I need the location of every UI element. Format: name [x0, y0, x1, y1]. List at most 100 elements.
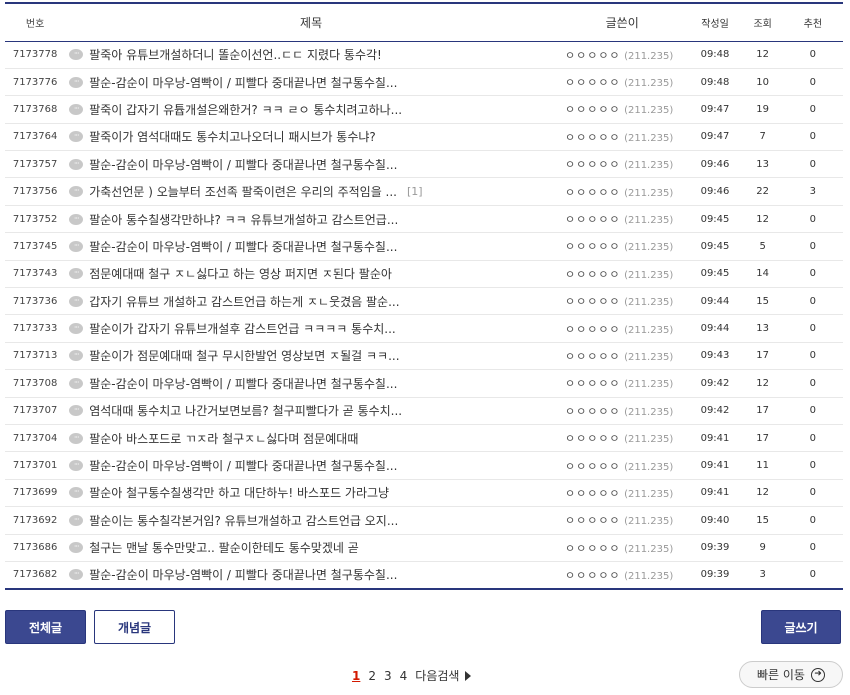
post-title-link[interactable]: 팔순-감순이 마우낭-염빡이 / 피빨다 중대끝나면 철구통수칠... — [89, 158, 397, 172]
post-date: 09:46 — [700, 158, 730, 170]
post-title-cell[interactable]: ··· 팔순아 통수칠생각만하냐? ㅋㅋ 유튜브개설하고 감스트언급... — [65, 205, 557, 232]
post-writer[interactable]: ㅇㅇㅇㅇㅇ (211.235) — [557, 315, 687, 342]
page-link[interactable]: 2 — [368, 669, 376, 683]
writer-nickname[interactable]: ㅇㅇㅇㅇㅇ — [565, 514, 621, 527]
post-title-link[interactable]: 팔순-감순이 마우낭-염빡이 / 피빨다 중대끝나면 철구통수칠... — [89, 568, 397, 582]
next-search-link[interactable]: 다음검색 — [415, 667, 459, 684]
writer-nickname[interactable]: ㅇㅇㅇㅇㅇ — [565, 131, 621, 144]
post-title-cell[interactable]: ··· 팔순-감순이 마우낭-염빡이 / 피빨다 중대끝나면 철구통수칠... — [65, 233, 557, 260]
post-title-cell[interactable]: ··· 팔죽이가 염석대때도 통수치고나오더니 패시브가 통수냐? — [65, 123, 557, 150]
post-writer[interactable]: ㅇㅇㅇㅇㅇ (211.235) — [557, 479, 687, 506]
post-writer[interactable]: ㅇㅇㅇㅇㅇ (211.235) — [557, 68, 687, 95]
post-title-link[interactable]: 갑자기 유튜브 개설하고 감스트언급 하는게 ㅈㄴ웃겼음 팔순... — [89, 295, 399, 309]
post-writer[interactable]: ㅇㅇㅇㅇㅇ (211.235) — [557, 123, 687, 150]
post-writer[interactable]: ㅇㅇㅇㅇㅇ (211.235) — [557, 96, 687, 123]
post-writer[interactable]: ㅇㅇㅇㅇㅇ (211.235) — [557, 452, 687, 479]
writer-nickname[interactable]: ㅇㅇㅇㅇㅇ — [565, 487, 621, 500]
writer-nickname[interactable]: ㅇㅇㅇㅇㅇ — [565, 158, 621, 171]
comment-bubble-icon: ··· — [69, 186, 84, 198]
post-title-cell[interactable]: ··· 가축선언문 ) 오늘부터 조선족 팔죽이련은 우리의 주적임을 ... [1… — [65, 178, 557, 205]
page-link[interactable]: 3 — [384, 669, 392, 683]
post-title-cell[interactable]: ··· 염석대때 통수치고 나간거보면보름? 철구피빨다가 곧 통수치... — [65, 397, 557, 424]
writer-nickname[interactable]: ㅇㅇㅇㅇㅇ — [565, 213, 621, 226]
writer-nickname[interactable]: ㅇㅇㅇㅇㅇ — [565, 268, 621, 281]
post-title-link[interactable]: 철구는 맨날 통수만맞고.. 팔순이한테도 통수맞겠네 곧 — [89, 541, 359, 555]
post-title-cell[interactable]: ··· 팔죽아 유튜브개설하더니 똘순이선언..ㄷㄷ 지렸다 통수각! — [65, 41, 557, 68]
writer-nickname[interactable]: ㅇㅇㅇㅇㅇ — [565, 460, 621, 473]
post-writer[interactable]: ㅇㅇㅇㅇㅇ (211.235) — [557, 41, 687, 68]
post-title-cell[interactable]: ··· 팔순아 바스포드로 ㄲㅈ라 철구ㅈㄴ싫다며 점문예대때 — [65, 424, 557, 451]
writer-nickname[interactable]: ㅇㅇㅇㅇㅇ — [565, 103, 621, 116]
post-writer[interactable]: ㅇㅇㅇㅇㅇ (211.235) — [557, 205, 687, 232]
post-title-link[interactable]: 팔죽이가 염석대때도 통수치고나오더니 패시브가 통수냐? — [89, 130, 376, 144]
writer-nickname[interactable]: ㅇㅇㅇㅇㅇ — [565, 186, 621, 199]
post-writer[interactable]: ㅇㅇㅇㅇㅇ (211.235) — [557, 151, 687, 178]
post-title-link[interactable]: 팔순아 철구통수칠생각만 하고 대단하누! 바스포드 가라그냥 — [89, 486, 389, 500]
post-title-cell[interactable]: ··· 팔순-감순이 마우낭-염빡이 / 피빨다 중대끝나면 철구통수칠... — [65, 151, 557, 178]
writer-nickname[interactable]: ㅇㅇㅇㅇㅇ — [565, 323, 621, 336]
write-button[interactable]: 글쓰기 — [761, 610, 841, 644]
writer-nickname[interactable]: ㅇㅇㅇㅇㅇ — [565, 569, 621, 582]
post-writer[interactable]: ㅇㅇㅇㅇㅇ (211.235) — [557, 288, 687, 315]
post-writer[interactable]: ㅇㅇㅇㅇㅇ (211.235) — [557, 507, 687, 534]
post-writer[interactable]: ㅇㅇㅇㅇㅇ (211.235) — [557, 397, 687, 424]
post-title-cell[interactable]: ··· 팔순-감순이 마우낭-염빡이 / 피빨다 중대끝나면 철구통수칠... — [65, 370, 557, 397]
post-title-cell[interactable]: ··· 팔순-감순이 마우낭-염빡이 / 피빨다 중대끝나면 철구통수칠... — [65, 561, 557, 588]
post-title-cell[interactable]: ··· 팔순-감순이 마우낭-염빡이 / 피빨다 중대끝나면 철구통수칠... — [65, 452, 557, 479]
post-title-link[interactable]: 팔순-감순이 마우낭-염빡이 / 피빨다 중대끝나면 철구통수칠... — [89, 377, 397, 391]
post-num: 7173764 — [12, 131, 58, 143]
post-recommend: 0 — [809, 131, 817, 143]
writer-nickname[interactable]: ㅇㅇㅇㅇㅇ — [565, 350, 621, 363]
post-writer[interactable]: ㅇㅇㅇㅇㅇ (211.235) — [557, 178, 687, 205]
post-title-link[interactable]: 팔죽이 갑자기 유튭개설은왜한거? ㅋㅋ ㄹㅇ 통수치려고하나... — [89, 103, 402, 117]
post-title-link[interactable]: 팔순아 통수칠생각만하냐? ㅋㅋ 유튜브개설하고 감스트언급... — [89, 213, 398, 227]
post-title-link[interactable]: 염석대때 통수치고 나간거보면보름? 철구피빨다가 곧 통수치... — [89, 404, 402, 418]
concept-posts-button[interactable]: 개념글 — [94, 610, 175, 644]
page-link[interactable]: 4 — [400, 669, 408, 683]
post-title-link[interactable]: 팔순-감순이 마우낭-염빡이 / 피빨다 중대끝나면 철구통수칠... — [89, 459, 397, 473]
post-writer[interactable]: ㅇㅇㅇㅇㅇ (211.235) — [557, 424, 687, 451]
post-writer[interactable]: ㅇㅇㅇㅇㅇ (211.235) — [557, 561, 687, 588]
post-writer[interactable]: ㅇㅇㅇㅇㅇ (211.235) — [557, 534, 687, 561]
writer-nickname[interactable]: ㅇㅇㅇㅇㅇ — [565, 49, 621, 62]
post-num: 7173736 — [12, 295, 58, 307]
post-title-cell[interactable]: ··· 점문예대때 철구 ㅈㄴ싫다고 하는 영상 퍼지면 ㅈ된다 팔순아 — [65, 260, 557, 287]
triangle-right-icon[interactable] — [465, 670, 472, 681]
post-writer[interactable]: ㅇㅇㅇㅇㅇ (211.235) — [557, 260, 687, 287]
page-link-current[interactable]: 1 — [352, 669, 360, 683]
writer-nickname[interactable]: ㅇㅇㅇㅇㅇ — [565, 432, 621, 445]
post-title-cell[interactable]: ··· 팔죽이 갑자기 유튭개설은왜한거? ㅋㅋ ㄹㅇ 통수치려고하나... — [65, 96, 557, 123]
post-title-link[interactable]: 팔순아 바스포드로 ㄲㅈ라 철구ㅈㄴ싫다며 점문예대때 — [89, 432, 358, 446]
post-title-cell[interactable]: ··· 철구는 맨날 통수만맞고.. 팔순이한테도 통수맞겠네 곧 — [65, 534, 557, 561]
post-writer[interactable]: ㅇㅇㅇㅇㅇ (211.235) — [557, 370, 687, 397]
writer-nickname[interactable]: ㅇㅇㅇㅇㅇ — [565, 542, 621, 555]
post-date: 09:41 — [700, 460, 730, 472]
post-title-link[interactable]: 팔죽아 유튜브개설하더니 똘순이선언..ㄷㄷ 지렸다 통수각! — [89, 48, 382, 62]
writer-nickname[interactable]: ㅇㅇㅇㅇㅇ — [565, 295, 621, 308]
post-title-link[interactable]: 팔순-감순이 마우낭-염빡이 / 피빨다 중대끝나면 철구통수칠... — [89, 76, 397, 90]
writer-nickname[interactable]: ㅇㅇㅇㅇㅇ — [565, 76, 621, 89]
writer-nickname[interactable]: ㅇㅇㅇㅇㅇ — [565, 377, 621, 390]
post-writer[interactable]: ㅇㅇㅇㅇㅇ (211.235) — [557, 342, 687, 369]
post-title-link[interactable]: 팔순이는 통수칠각본거임? 유튜브개설하고 감스트언급 오지... — [89, 514, 398, 528]
post-title-cell[interactable]: ··· 팔순-감순이 마우낭-염빡이 / 피빨다 중대끝나면 철구통수칠... — [65, 68, 557, 95]
writer-nickname[interactable]: ㅇㅇㅇㅇㅇ — [565, 405, 621, 418]
post-date: 09:39 — [700, 542, 730, 554]
comment-bubble-icon: ··· — [69, 405, 84, 417]
post-title-cell[interactable]: ··· 갑자기 유튜브 개설하고 감스트언급 하는게 ㅈㄴ웃겼음 팔순... — [65, 288, 557, 315]
reply-count[interactable]: [1] — [407, 185, 423, 198]
post-title-link[interactable]: 점문예대때 철구 ㅈㄴ싫다고 하는 영상 퍼지면 ㅈ된다 팔순아 — [89, 267, 392, 281]
post-title-link[interactable]: 팔순이가 갑자기 유튜브개설후 감스트언급 ㅋㅋㅋㅋ 통수치... — [89, 322, 396, 336]
post-title-cell[interactable]: ··· 팔순아 철구통수칠생각만 하고 대단하누! 바스포드 가라그냥 — [65, 479, 557, 506]
all-posts-button[interactable]: 전체글 — [5, 610, 86, 644]
post-title-link[interactable]: 팔순-감순이 마우낭-염빡이 / 피빨다 중대끝나면 철구통수칠... — [89, 240, 397, 254]
post-title-cell[interactable]: ··· 팔순이가 갑자기 유튜브개설후 감스트언급 ㅋㅋㅋㅋ 통수치... — [65, 315, 557, 342]
quick-move-button[interactable]: 빠른 이동 ➜ — [739, 661, 843, 688]
post-title-cell[interactable]: ··· 팔순이는 통수칠각본거임? 유튜브개설하고 감스트언급 오지... — [65, 507, 557, 534]
writer-nickname[interactable]: ㅇㅇㅇㅇㅇ — [565, 240, 621, 253]
header-recommend: 추천 — [803, 18, 823, 30]
post-title-link[interactable]: 팔순이가 점문예대때 철구 무시한발언 영상보면 ㅈ될걸 ㅋㅋ... — [89, 349, 399, 363]
post-writer[interactable]: ㅇㅇㅇㅇㅇ (211.235) — [557, 233, 687, 260]
post-title-cell[interactable]: ··· 팔순이가 점문예대때 철구 무시한발언 영상보면 ㅈ될걸 ㅋㅋ... — [65, 342, 557, 369]
post-title-link[interactable]: 가축선언문 ) 오늘부터 조선족 팔죽이련은 우리의 주적임을 ... — [89, 185, 397, 199]
